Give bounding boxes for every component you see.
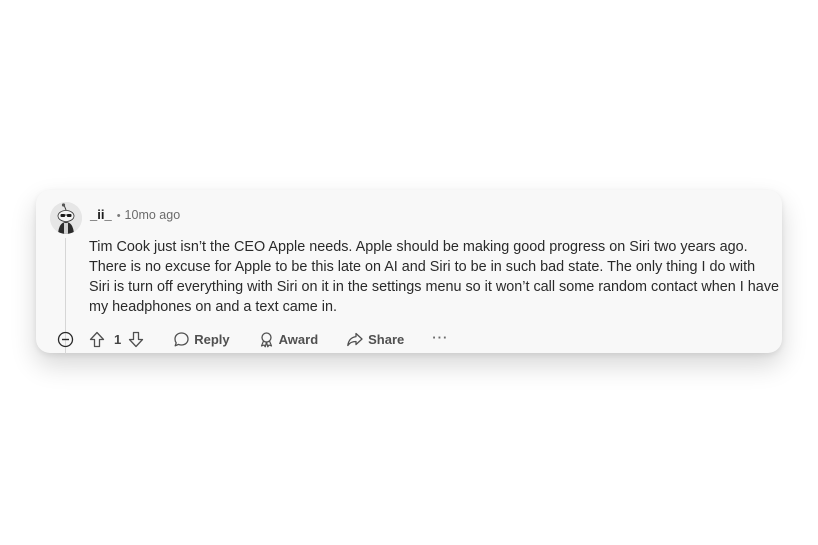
share-arrow-icon [347,332,363,346]
comment-meta: _ii_ • 10mo ago [90,207,180,224]
comment-card: _ii_ • 10mo ago Tim Cook just isn’t the CE… [36,190,782,354]
arrow-down-icon [129,331,144,347]
share-label: Share [368,331,405,347]
share-button[interactable]: Share [346,331,404,348]
minus-circle-icon [57,331,73,347]
vote-group: 1 [88,330,145,348]
vote-score: 1 [114,331,122,347]
speech-bubble-icon [174,331,189,346]
reply-button[interactable]: Reply [173,331,230,348]
more-options-button[interactable]: ··· [432,331,448,348]
avatar[interactable] [50,202,82,234]
meta-separator: • [116,210,121,222]
downvote-button[interactable] [127,330,145,348]
timestamp[interactable]: 10mo ago [125,208,181,222]
comment-body: Tim Cook just isn’t the CEO Apple needs.… [89,239,780,315]
upvote-button[interactable] [88,330,106,348]
reply-label: Reply [194,331,230,347]
comment-actions: 1 Reply Award Share ··· [56,327,448,351]
snoo-avatar-icon [50,202,82,234]
collapse-button[interactable] [56,330,74,348]
award-button[interactable]: Award [258,331,319,348]
arrow-up-icon [89,331,105,347]
award-icon [260,331,272,347]
username[interactable]: _ii_ [90,207,112,222]
award-label: Award [278,331,319,347]
